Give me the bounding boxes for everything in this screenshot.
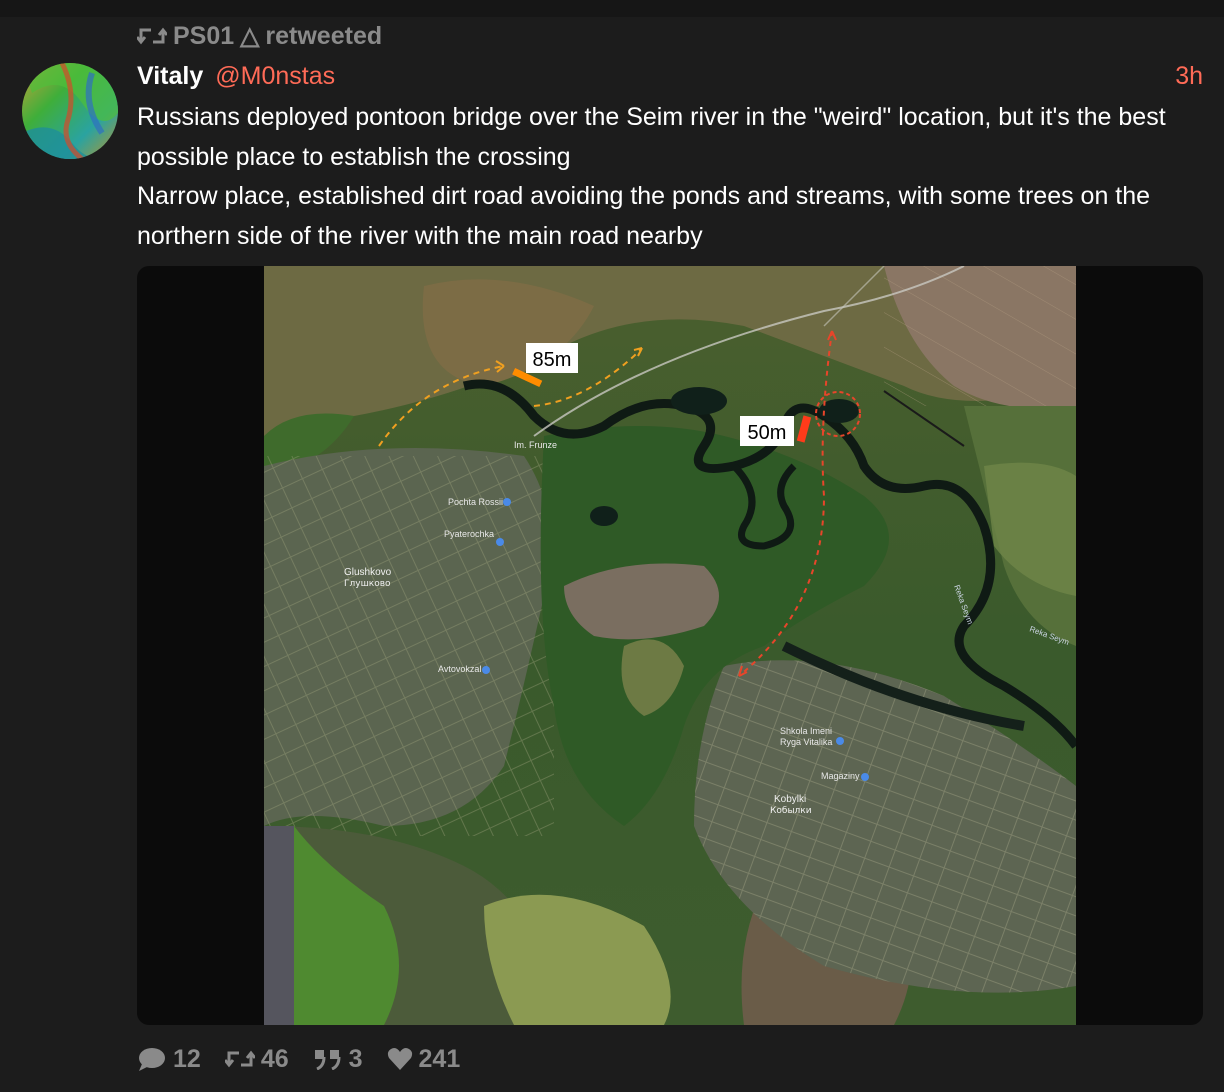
satellite-map-image[interactable]: 85m 50m Im. Frunze Pochta Rossii Pyatero… xyxy=(264,266,1076,1025)
quote-button[interactable]: 3 xyxy=(313,1045,363,1074)
reply-count: 12 xyxy=(173,1044,201,1073)
map-pin-icon xyxy=(496,538,504,546)
triangle-icon: △ xyxy=(240,22,260,50)
heart-icon xyxy=(387,1048,412,1070)
tweet-text: Russians deployed pontoon bridge over th… xyxy=(137,98,1203,256)
media-attachment[interactable]: 85m 50m Im. Frunze Pochta Rossii Pyatero… xyxy=(137,266,1203,1025)
map-pin-icon xyxy=(836,737,844,745)
tweet-header: Vitaly @M0nstas 3h xyxy=(137,58,1203,94)
like-count: 241 xyxy=(418,1044,461,1073)
reply-icon xyxy=(139,1048,165,1071)
retweet-button[interactable]: 46 xyxy=(224,1044,289,1074)
map-label-school: Shkola Imeni xyxy=(780,726,832,736)
top-bar xyxy=(0,0,1224,17)
retweet-icon xyxy=(137,27,167,45)
bridge-label-85m-text: 85m xyxy=(533,349,572,371)
map-label-store: Magaziny xyxy=(821,771,860,781)
map-pin-icon xyxy=(482,666,490,674)
map-label-school-2: Ryga Vitalika xyxy=(780,737,832,747)
retweet-count: 46 xyxy=(260,1044,289,1073)
map-label-kobylki-cyr: Кобылки xyxy=(770,806,812,816)
avatar[interactable] xyxy=(22,63,118,159)
action-bar: 12 46 3 241 xyxy=(137,1040,484,1078)
bridge-label-50m-text: 50m xyxy=(748,422,787,444)
tweet-text-line: Narrow place, established dirt road avoi… xyxy=(137,182,1151,250)
map-pin-icon xyxy=(503,498,511,506)
timestamp[interactable]: 3h xyxy=(1175,62,1203,91)
like-button[interactable]: 241 xyxy=(387,1044,461,1074)
author-handle[interactable]: @M0nstas xyxy=(215,62,335,91)
retweet-icon xyxy=(224,1050,255,1068)
map-label-post: Pochta Rossii xyxy=(448,497,503,507)
map-label-center: Im. Frunze xyxy=(514,440,557,450)
map-label-shop: Pyaterochka xyxy=(444,529,494,539)
map-label-kobylki: Kobylki xyxy=(774,794,806,805)
author-name[interactable]: Vitaly xyxy=(137,62,203,91)
map-label-glushkovo: Glushkovo xyxy=(344,567,392,578)
reply-button[interactable]: 12 xyxy=(137,1045,201,1074)
map-label-glushkovo-cyr: Глушково xyxy=(344,579,391,589)
map-label-garage: Avtovokzal xyxy=(438,664,481,674)
retweet-label: retweeted xyxy=(265,21,383,50)
retweet-banner[interactable]: PS01 △ retweeted xyxy=(137,20,382,52)
retweeter-name[interactable]: PS01 xyxy=(173,22,234,51)
map-pin-icon xyxy=(861,773,869,781)
tweet-text-line: Russians deployed pontoon bridge over th… xyxy=(137,103,1166,171)
quote-icon xyxy=(314,1050,341,1070)
quote-count: 3 xyxy=(348,1044,363,1073)
